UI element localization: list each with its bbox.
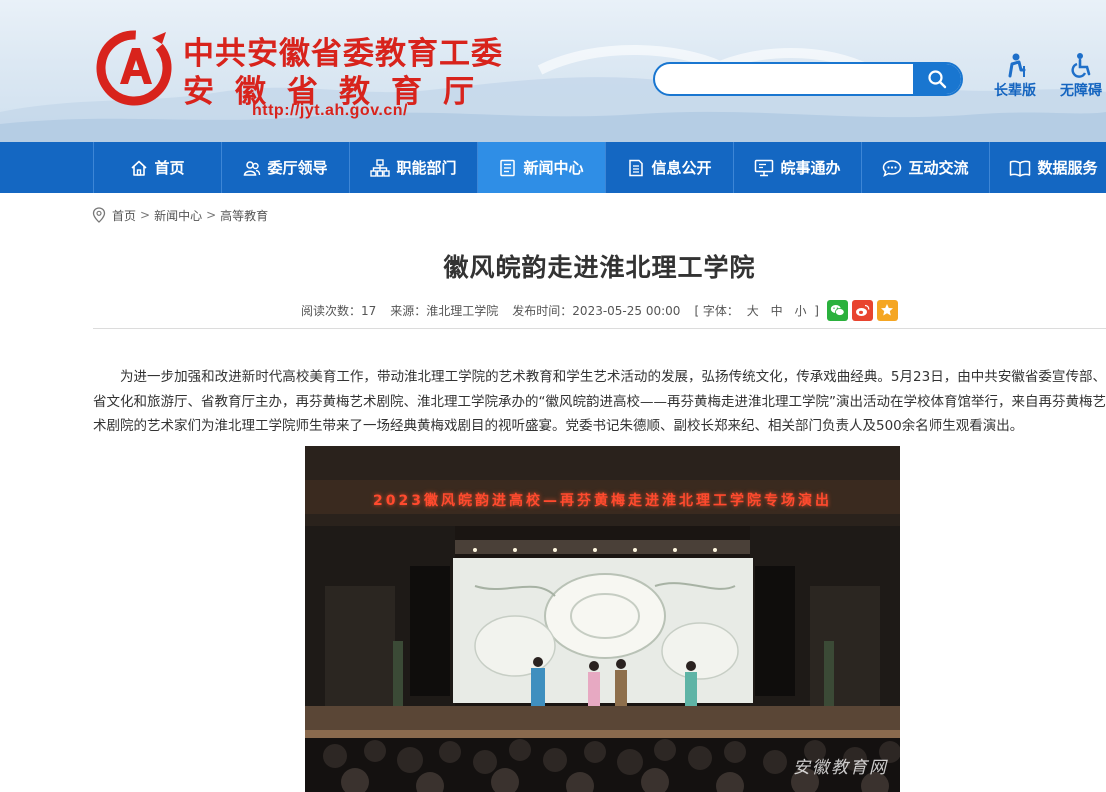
news-icon (500, 159, 516, 176)
nav-item-leaders[interactable]: 委厅领导 (221, 142, 349, 193)
main-nav: 首页 委厅领导 职能部门 新闻中心 信息公开 皖事通办 互动交流 数据服务 (0, 142, 1106, 193)
nav-label: 互动交流 (908, 159, 969, 177)
nav-item-home[interactable]: 首页 (93, 142, 221, 193)
accessibility-label: 无障碍 (1060, 83, 1102, 99)
search-icon (928, 70, 947, 89)
monitor-icon (755, 159, 774, 176)
book-icon (1010, 160, 1031, 177)
nav-label: 皖事通办 (780, 159, 841, 177)
publish-time: 发布时间：2023-05-25 00:00 (512, 303, 681, 318)
elder-mode-button[interactable]: 长辈版 (985, 52, 1045, 100)
nav-item-departments[interactable]: 职能部门 (349, 142, 477, 193)
breadcrumb-higher-education[interactable]: 高等教育 (220, 207, 268, 224)
breadcrumb: 首页 > 新闻中心 > 高等教育 (92, 205, 268, 225)
site-header: 中共安徽省委教育工委 安徽省教育厅 http://jyt.ah.gov.cn/ … (0, 0, 1106, 142)
font-size-label: [ 字体： (694, 303, 739, 318)
search-button[interactable] (913, 64, 961, 94)
font-size-control: [ 字体： 大 中 小 ] (694, 302, 819, 319)
font-size-medium[interactable]: 中 (771, 304, 783, 318)
nav-item-news-center[interactable]: 新闻中心 (477, 142, 605, 193)
document-icon (629, 159, 644, 176)
nav-item-info-disclosure[interactable]: 信息公开 (605, 142, 733, 193)
nav-label: 信息公开 (651, 159, 712, 177)
nav-label: 首页 (154, 159, 185, 177)
star-icon (881, 304, 894, 316)
meta-divider (93, 328, 1106, 329)
share-wechat-button[interactable] (826, 299, 848, 321)
chat-icon (883, 159, 902, 177)
nav-item-data-services[interactable]: 数据服务 (989, 142, 1106, 193)
elder-icon (1008, 53, 1026, 78)
site-url: http://jyt.ah.gov.cn/ (252, 102, 408, 119)
elder-mode-label: 长辈版 (994, 83, 1036, 99)
org-chart-icon (370, 158, 391, 177)
font-size-close: ] (814, 303, 819, 318)
font-size-small[interactable]: 小 (794, 304, 806, 318)
home-icon (131, 160, 148, 176)
article-photo: 2023徽风皖韵进高校—再芬黄梅走进淮北理工学院专场演出 安徽教育网 (305, 446, 900, 792)
font-size-large[interactable]: 大 (747, 304, 759, 318)
leaders-icon (244, 160, 261, 176)
nav-label: 委厅领导 (267, 159, 328, 177)
photo-watermark: 安徽教育网 (793, 758, 888, 778)
logo-mark (96, 30, 172, 106)
wechat-icon (830, 304, 845, 316)
wheelchair-icon (1071, 53, 1091, 78)
search-input[interactable] (655, 64, 913, 94)
accessibility-button[interactable]: 无障碍 (1051, 52, 1106, 100)
article-paragraph: 为进一步加强和改进新时代高校美育工作，带动淮北理工学院的艺术教育和学生艺术活动的… (93, 369, 1106, 434)
search-box (653, 62, 963, 96)
article-title: 徽风皖韵走进淮北理工学院 (443, 253, 756, 282)
nav-item-interaction[interactable]: 互动交流 (861, 142, 989, 193)
nav-label: 数据服务 (1037, 159, 1098, 177)
share-buttons (826, 299, 898, 321)
breadcrumb-separator: > (206, 208, 217, 222)
breadcrumb-separator: > (140, 208, 151, 222)
share-weibo-button[interactable] (851, 299, 873, 321)
location-pin-icon (92, 207, 106, 223)
weibo-icon (855, 304, 870, 316)
favorite-button[interactable] (876, 299, 898, 321)
breadcrumb-home[interactable]: 首页 (112, 207, 136, 224)
nav-label: 新闻中心 (523, 159, 584, 177)
nav-label: 职能部门 (396, 159, 457, 177)
breadcrumb-news-center[interactable]: 新闻中心 (154, 207, 202, 224)
photo-stage-banner: 2023徽风皖韵进高校—再芬黄梅走进淮北理工学院专场演出 (373, 493, 832, 509)
view-count: 阅读次数：17 (301, 303, 377, 318)
article-meta: 阅读次数：17 来源：淮北理工学院 发布时间：2023-05-25 00:00 … (93, 298, 1106, 322)
article-source: 来源：淮北理工学院 (390, 303, 499, 318)
nav-item-online-services[interactable]: 皖事通办 (733, 142, 861, 193)
